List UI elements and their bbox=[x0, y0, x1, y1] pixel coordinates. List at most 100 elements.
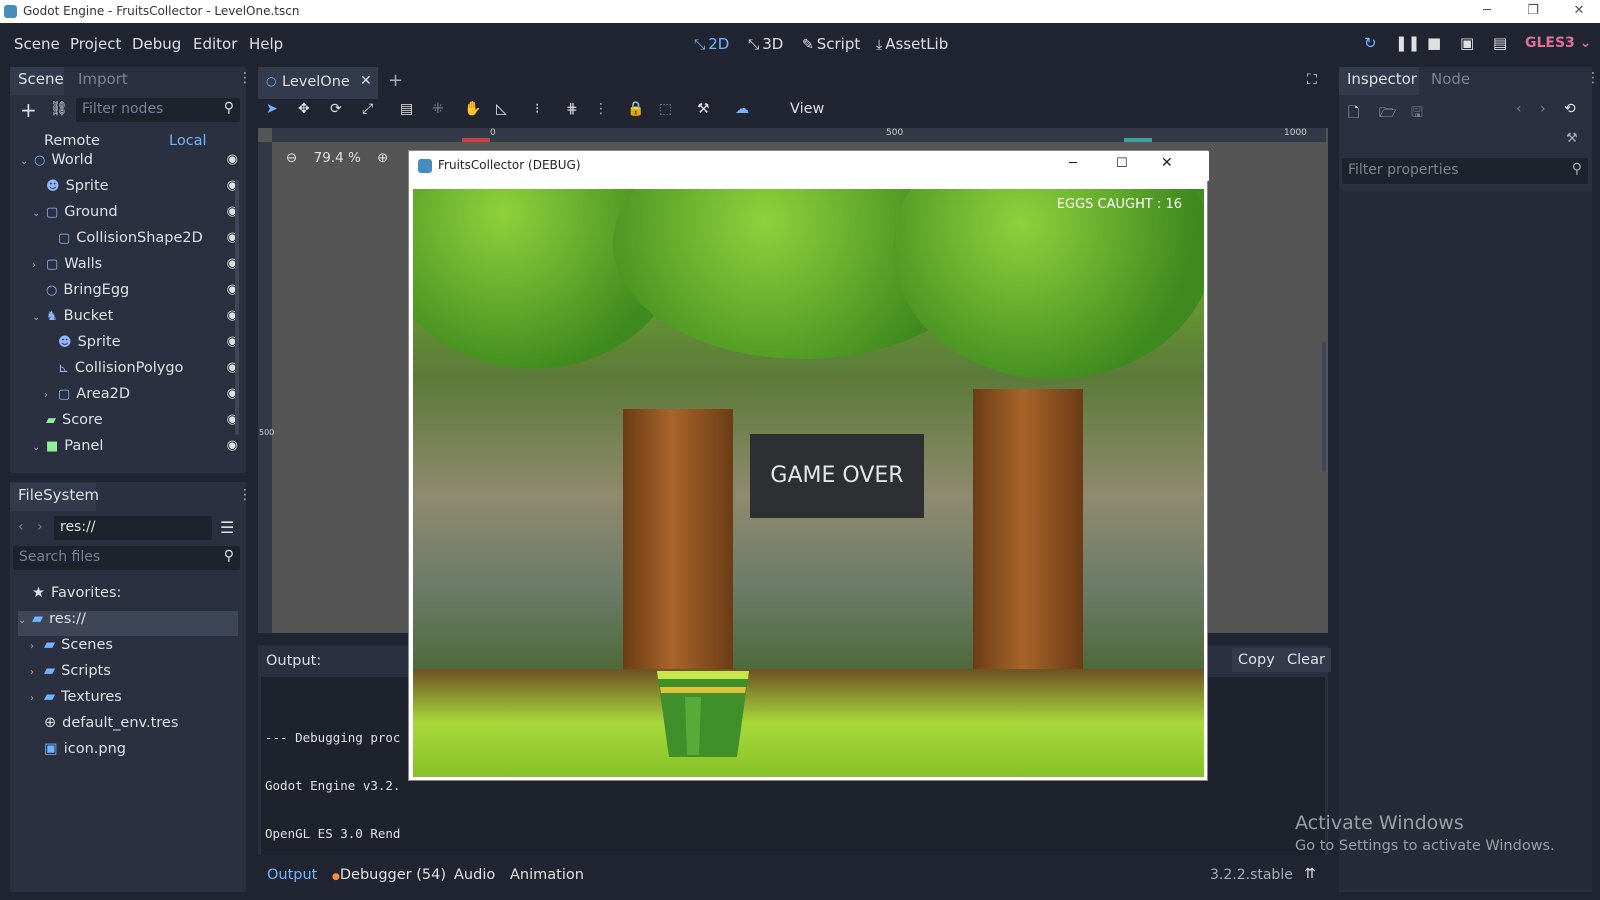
mode-2d-button[interactable]: ⤡ 2D bbox=[694, 35, 729, 53]
pause-icon[interactable]: ❚❚ bbox=[1395, 34, 1420, 52]
game-window[interactable]: FruitsCollector (DEBUG) ─ ☐ ✕ GAME OVER … bbox=[408, 150, 1209, 781]
scene-tree-scrollbar[interactable] bbox=[235, 180, 239, 435]
scene-tab-levelone[interactable]: ○ LevelOne ✕ bbox=[258, 67, 378, 99]
stop-icon[interactable]: ■ bbox=[1427, 34, 1441, 52]
new-scene-tab-icon[interactable]: + bbox=[388, 70, 403, 91]
visibility-eye-icon[interactable]: ◉ bbox=[227, 438, 238, 453]
list-select-icon[interactable]: ▤ bbox=[400, 101, 413, 117]
game-close-button[interactable]: ✕ bbox=[1161, 155, 1173, 171]
split-view-icon[interactable]: ☰ bbox=[220, 518, 234, 537]
expand-arrow-icon[interactable]: › bbox=[30, 693, 40, 704]
search-files-input[interactable]: Search files ⚲ bbox=[13, 546, 240, 570]
dock-menu-icon[interactable]: ⋮ bbox=[238, 487, 252, 503]
tab-inspector[interactable]: Inspector bbox=[1339, 67, 1419, 95]
tab-filesystem[interactable]: FileSystem bbox=[10, 483, 99, 511]
visibility-icon[interactable]: ☁ bbox=[735, 101, 749, 117]
add-node-icon[interactable]: + bbox=[20, 98, 37, 122]
minimize-button[interactable]: ─ bbox=[1464, 0, 1510, 23]
menu-debug[interactable]: Debug bbox=[132, 35, 181, 53]
tab-import[interactable]: Import bbox=[70, 70, 136, 88]
game-canvas[interactable]: GAME OVER EGGS CAUGHT : 16 bbox=[413, 189, 1204, 777]
history-forward-icon[interactable]: › bbox=[1540, 101, 1546, 117]
game-minimize-button[interactable]: ─ bbox=[1069, 156, 1077, 171]
menu-editor[interactable]: Editor bbox=[193, 35, 237, 53]
link-icon[interactable]: ⛓ bbox=[50, 101, 68, 117]
filesystem-item[interactable]: ⊕ default_env.tres bbox=[30, 715, 238, 740]
select-tool-icon[interactable]: ➤ bbox=[266, 101, 278, 117]
expand-arrow-icon[interactable]: › bbox=[44, 390, 54, 401]
local-tab[interactable]: Local bbox=[169, 133, 207, 149]
menu-help[interactable]: Help bbox=[249, 35, 283, 53]
expand-panel-icon[interactable]: ⇈ bbox=[1304, 866, 1316, 882]
save-icon[interactable]: 🖫 bbox=[1411, 102, 1423, 126]
ruler-tool-icon[interactable]: ◺ bbox=[496, 101, 507, 117]
filesystem-item[interactable]: › ▰ Textures bbox=[30, 689, 238, 714]
scene-node-row[interactable]: ▰ Score ◉ bbox=[32, 412, 238, 437]
scene-node-row[interactable]: ☻ Sprite ◉ bbox=[44, 334, 238, 359]
scene-node-row[interactable]: › ▢ Area2D ◉ bbox=[44, 386, 238, 411]
tab-debugger[interactable]: ●Debugger (54) bbox=[332, 867, 446, 883]
view-menu[interactable]: View bbox=[790, 101, 824, 117]
history-icon[interactable]: ⟲ bbox=[1564, 101, 1576, 117]
tab-node[interactable]: Node bbox=[1425, 70, 1476, 88]
filesystem-item[interactable]: ★ Favorites: bbox=[18, 585, 238, 610]
scene-node-row[interactable]: ⌄ ♞ Bucket ◉ bbox=[32, 308, 238, 333]
pan-tool-icon[interactable]: ✋ bbox=[464, 101, 481, 117]
mode-script-button[interactable]: ✎ Script bbox=[802, 35, 860, 53]
copy-button[interactable]: Copy bbox=[1232, 648, 1281, 672]
tools-icon[interactable]: ⚒ bbox=[1566, 131, 1578, 146]
filesystem-item[interactable]: › ▰ Scripts bbox=[30, 663, 238, 688]
distraction-free-icon[interactable]: ⛶ bbox=[1307, 72, 1317, 88]
grid-snap-icon[interactable]: ⋕ bbox=[566, 101, 578, 117]
filesystem-item[interactable]: ⌄ ▰ res:// bbox=[18, 611, 238, 636]
filter-nodes-input[interactable]: Filter nodes ⚲ bbox=[76, 98, 240, 122]
scene-node-row[interactable]: ○ BringEgg ◉ bbox=[32, 282, 238, 307]
dock-menu-icon[interactable]: ⋮ bbox=[1586, 70, 1600, 86]
tab-animation[interactable]: Animation bbox=[510, 867, 584, 883]
filesystem-item[interactable]: ▣ icon.png bbox=[30, 741, 238, 766]
group-icon[interactable]: ⬚ bbox=[659, 101, 672, 117]
renderer-selector[interactable]: GLES3 ⌄ bbox=[1525, 35, 1591, 51]
scene-node-row[interactable]: › ▢ Walls ◉ bbox=[32, 256, 238, 281]
dock-menu-icon[interactable]: ⋮ bbox=[238, 70, 252, 86]
scene-node-row[interactable]: ⌄ ▢ Ground ◉ bbox=[32, 204, 238, 229]
play-scene-icon[interactable]: ▣ bbox=[1460, 34, 1474, 52]
visibility-eye-icon[interactable]: ◉ bbox=[227, 152, 238, 167]
lock-icon[interactable]: 🔒 bbox=[627, 101, 644, 117]
close-tab-icon[interactable]: ✕ bbox=[360, 73, 372, 89]
expand-arrow-icon[interactable]: ⌄ bbox=[32, 208, 42, 219]
scale-tool-icon[interactable]: ⤢ bbox=[362, 101, 373, 117]
expand-arrow-icon[interactable]: › bbox=[30, 641, 40, 652]
forward-icon[interactable]: › bbox=[37, 519, 43, 535]
close-button[interactable]: ✕ bbox=[1556, 0, 1600, 23]
back-icon[interactable]: ‹ bbox=[18, 519, 24, 535]
expand-arrow-icon[interactable]: ⌄ bbox=[18, 615, 28, 626]
scene-node-row[interactable]: ☻ Sprite ◉ bbox=[32, 178, 238, 203]
play-custom-icon[interactable]: ▤ bbox=[1493, 34, 1507, 52]
expand-arrow-icon[interactable]: ⌄ bbox=[20, 156, 30, 167]
expand-arrow-icon[interactable]: ⌄ bbox=[32, 312, 42, 323]
open-folder-icon[interactable]: 🗁 bbox=[1379, 102, 1396, 126]
filesystem-item[interactable]: › ▰ Scenes bbox=[30, 637, 238, 662]
history-back-icon[interactable]: ‹ bbox=[1516, 101, 1522, 117]
tab-audio[interactable]: Audio bbox=[454, 867, 495, 883]
expand-arrow-icon[interactable]: ⌄ bbox=[32, 442, 42, 453]
viewport-scrollbar[interactable] bbox=[1322, 342, 1326, 472]
tab-output[interactable]: Output bbox=[267, 867, 317, 883]
move-tool-icon[interactable]: ✥ bbox=[298, 101, 310, 117]
scene-node-row[interactable]: ▢ CollisionShape2D ◉ bbox=[44, 230, 238, 255]
filter-properties-input[interactable]: Filter properties ⚲ bbox=[1342, 158, 1588, 184]
menu-project[interactable]: Project bbox=[70, 35, 121, 53]
expand-arrow-icon[interactable]: › bbox=[32, 260, 42, 271]
mode-assetlib-button[interactable]: ⤓ AssetLib bbox=[876, 35, 948, 53]
scene-node-row[interactable]: ⌄ ■ Panel ◉ bbox=[32, 438, 238, 463]
tab-scene[interactable]: Scene bbox=[10, 67, 64, 95]
game-maximize-button[interactable]: ☐ bbox=[1116, 156, 1128, 171]
mode-3d-button[interactable]: ⤡ 3D bbox=[748, 35, 783, 53]
smart-snap-icon[interactable]: ⁝ bbox=[535, 101, 539, 117]
snap-options-icon[interactable]: ⋮ bbox=[594, 101, 608, 117]
expand-arrow-icon[interactable]: › bbox=[30, 667, 40, 678]
scene-node-row[interactable]: ⌄ ○ World ◉ bbox=[20, 152, 238, 177]
maximize-button[interactable]: ❐ bbox=[1510, 0, 1556, 23]
rotate-tool-icon[interactable]: ⟳ bbox=[330, 101, 342, 117]
